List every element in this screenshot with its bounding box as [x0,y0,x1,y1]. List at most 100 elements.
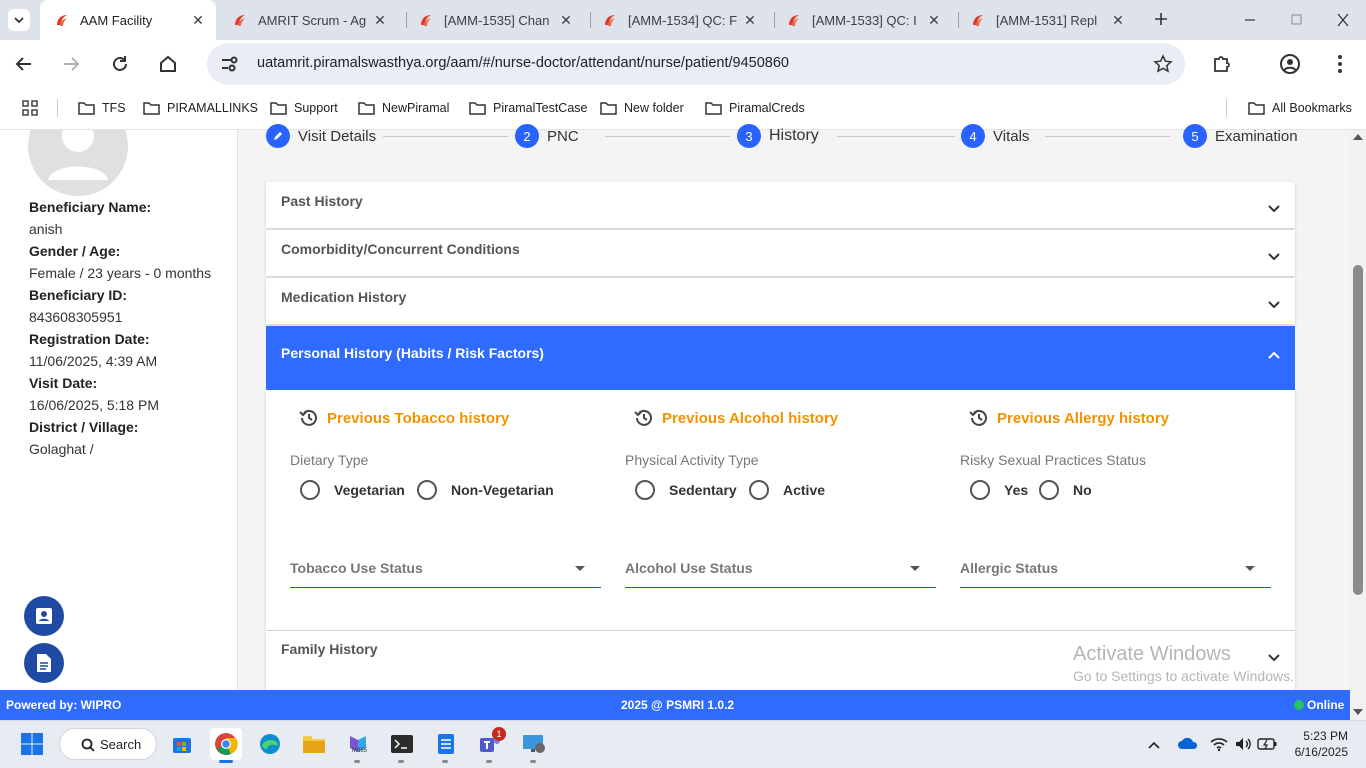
close-icon[interactable]: ✕ [558,12,574,29]
back-button[interactable] [12,52,36,76]
bookmark-piramallinks[interactable]: PIRAMALLINKS [143,98,258,118]
close-icon[interactable]: ✕ [742,12,758,29]
scrollbar-thumb[interactable] [1353,265,1363,595]
id-card-icon [36,608,52,624]
step-examination[interactable]: Examination [1215,128,1298,145]
tobacco-use-status-select[interactable]: Tobacco Use Status [290,556,601,588]
search-label: Search [100,736,142,752]
step-visit-details[interactable]: Visit Details [298,128,376,145]
panel-title: Medication History [281,289,407,305]
allergic-status-select[interactable]: Allergic Status [960,556,1271,588]
beneficiary-id-label: Beneficiary ID: [29,287,128,303]
forward-button[interactable] [59,52,83,76]
select-placeholder: Alcohol Use Status [625,560,753,576]
volume-icon[interactable] [1234,736,1252,752]
tab-amm-1531[interactable]: [AMM-1531] Repl ✕ [960,0,1136,40]
vegetarian-label[interactable]: Vegetarian [334,482,405,498]
start-button[interactable] [16,728,48,760]
yes-radio[interactable] [970,480,990,500]
close-icon[interactable]: ✕ [926,12,942,29]
vegetarian-radio[interactable] [300,480,320,500]
site-info-icon[interactable] [218,53,240,75]
terminal-app[interactable] [386,728,418,760]
tab-aam-facility[interactable]: AAM Facility ✕ [40,0,216,40]
past-history-panel[interactable]: Past History [266,182,1295,228]
tab-amm-1534[interactable]: [AMM-1534] QC: F ✕ [592,0,768,40]
microsoft-store-app[interactable] [166,728,198,760]
file-explorer-app[interactable] [298,728,330,760]
edge-app[interactable] [254,728,286,760]
bookmark-piramalcreds[interactable]: PiramalCreds [705,98,805,118]
medication-history-panel[interactable]: Medication History [266,278,1295,324]
notepad-app[interactable] [430,728,462,760]
profile-card-button[interactable] [24,596,64,636]
restore-button[interactable] [1287,12,1307,28]
active-radio[interactable] [749,480,769,500]
all-bookmarks[interactable]: All Bookmarks [1248,98,1352,118]
reload-button[interactable] [108,52,132,76]
pencil-icon [274,132,282,140]
alcohol-use-status-select[interactable]: Alcohol Use Status [625,556,936,588]
bookmark-star-icon[interactable] [1153,54,1173,74]
bookmark-tfs[interactable]: TFS [78,98,126,118]
close-icon[interactable]: ✕ [1110,12,1126,29]
personal-history-header[interactable]: Personal History (Habits / Risk Factors) [266,326,1295,390]
step-4-indicator[interactable]: 4 [961,124,985,148]
clock-time[interactable]: 5:23 PM [1298,729,1348,743]
battery-icon[interactable] [1257,737,1277,751]
physical-activity-label: Physical Activity Type [625,452,759,468]
clock-date[interactable]: 6/16/2025 [1284,745,1348,759]
non-vegetarian-radio[interactable] [417,480,437,500]
close-window-button[interactable] [1333,12,1353,28]
new-tab-button[interactable] [1150,8,1172,30]
remote-desktop-app[interactable] [518,728,550,760]
no-radio[interactable] [1039,480,1059,500]
step-2-indicator[interactable]: 2 [515,124,539,148]
non-vegetarian-label[interactable]: Non-Vegetarian [451,482,554,498]
sedentary-label[interactable]: Sedentary [669,482,737,498]
yes-label[interactable]: Yes [1004,482,1028,498]
step-5-indicator[interactable]: 5 [1183,124,1207,148]
app-logo-icon [973,15,983,26]
scroll-down-arrow-icon[interactable] [1353,709,1363,715]
step-history[interactable]: History [769,127,819,145]
no-label[interactable]: No [1073,482,1092,498]
scroll-up-arrow-icon[interactable] [1353,134,1363,140]
previous-tobacco-history-link[interactable]: Previous Tobacco history [299,408,509,428]
previous-allergy-history-link[interactable]: Previous Allergy history [969,408,1169,428]
bookmark-new-folder[interactable]: New folder [600,98,684,118]
previous-alcohol-history-link[interactable]: Previous Alcohol history [634,408,838,428]
close-icon[interactable]: ✕ [372,12,388,29]
tab-amm-1533[interactable]: [AMM-1533] QC: I ✕ [776,0,952,40]
wifi-icon[interactable] [1210,736,1228,752]
extensions-button[interactable] [1210,52,1234,76]
tab-amm-1535[interactable]: [AMM-1535] Chan ✕ [408,0,584,40]
comorbidity-panel[interactable]: Comorbidity/Concurrent Conditions [266,230,1295,276]
bookmark-piramaltestcase[interactable]: PiramalTestCase [469,98,587,118]
tab-search-button[interactable] [8,9,30,31]
taskbar-search[interactable]: Search [59,728,157,760]
teams-app[interactable]: 1 [474,727,506,760]
home-button[interactable] [156,52,180,76]
document-button[interactable] [24,643,64,683]
bookmark-support[interactable]: Support [270,98,338,118]
close-icon[interactable]: ✕ [190,12,206,29]
tab-amrit-scrum[interactable]: AMRIT Scrum - Ag ✕ [222,0,398,40]
step-1-indicator[interactable] [266,124,290,148]
onedrive-icon[interactable] [1177,736,1199,750]
step-pnc[interactable]: PNC [547,128,579,145]
tray-overflow-icon[interactable] [1147,738,1161,750]
chrome-app[interactable] [210,728,242,760]
activate-windows-subtitle: Go to Settings to activate Windows. [1073,668,1294,684]
url-text[interactable]: uatamrit.piramalswasthya.org/aam/#/nurse… [257,55,789,71]
active-label[interactable]: Active [783,482,825,498]
m365-app[interactable]: M365 [342,728,374,760]
menu-button[interactable] [1328,52,1352,76]
bookmark-newpiramal[interactable]: NewPiramal [358,98,449,118]
minimize-button[interactable] [1240,12,1260,28]
apps-grid-icon[interactable] [22,100,38,116]
step-3-indicator[interactable]: 3 [737,124,761,148]
step-vitals[interactable]: Vitals [993,128,1029,145]
sedentary-radio[interactable] [635,480,655,500]
profile-button[interactable] [1278,52,1302,76]
